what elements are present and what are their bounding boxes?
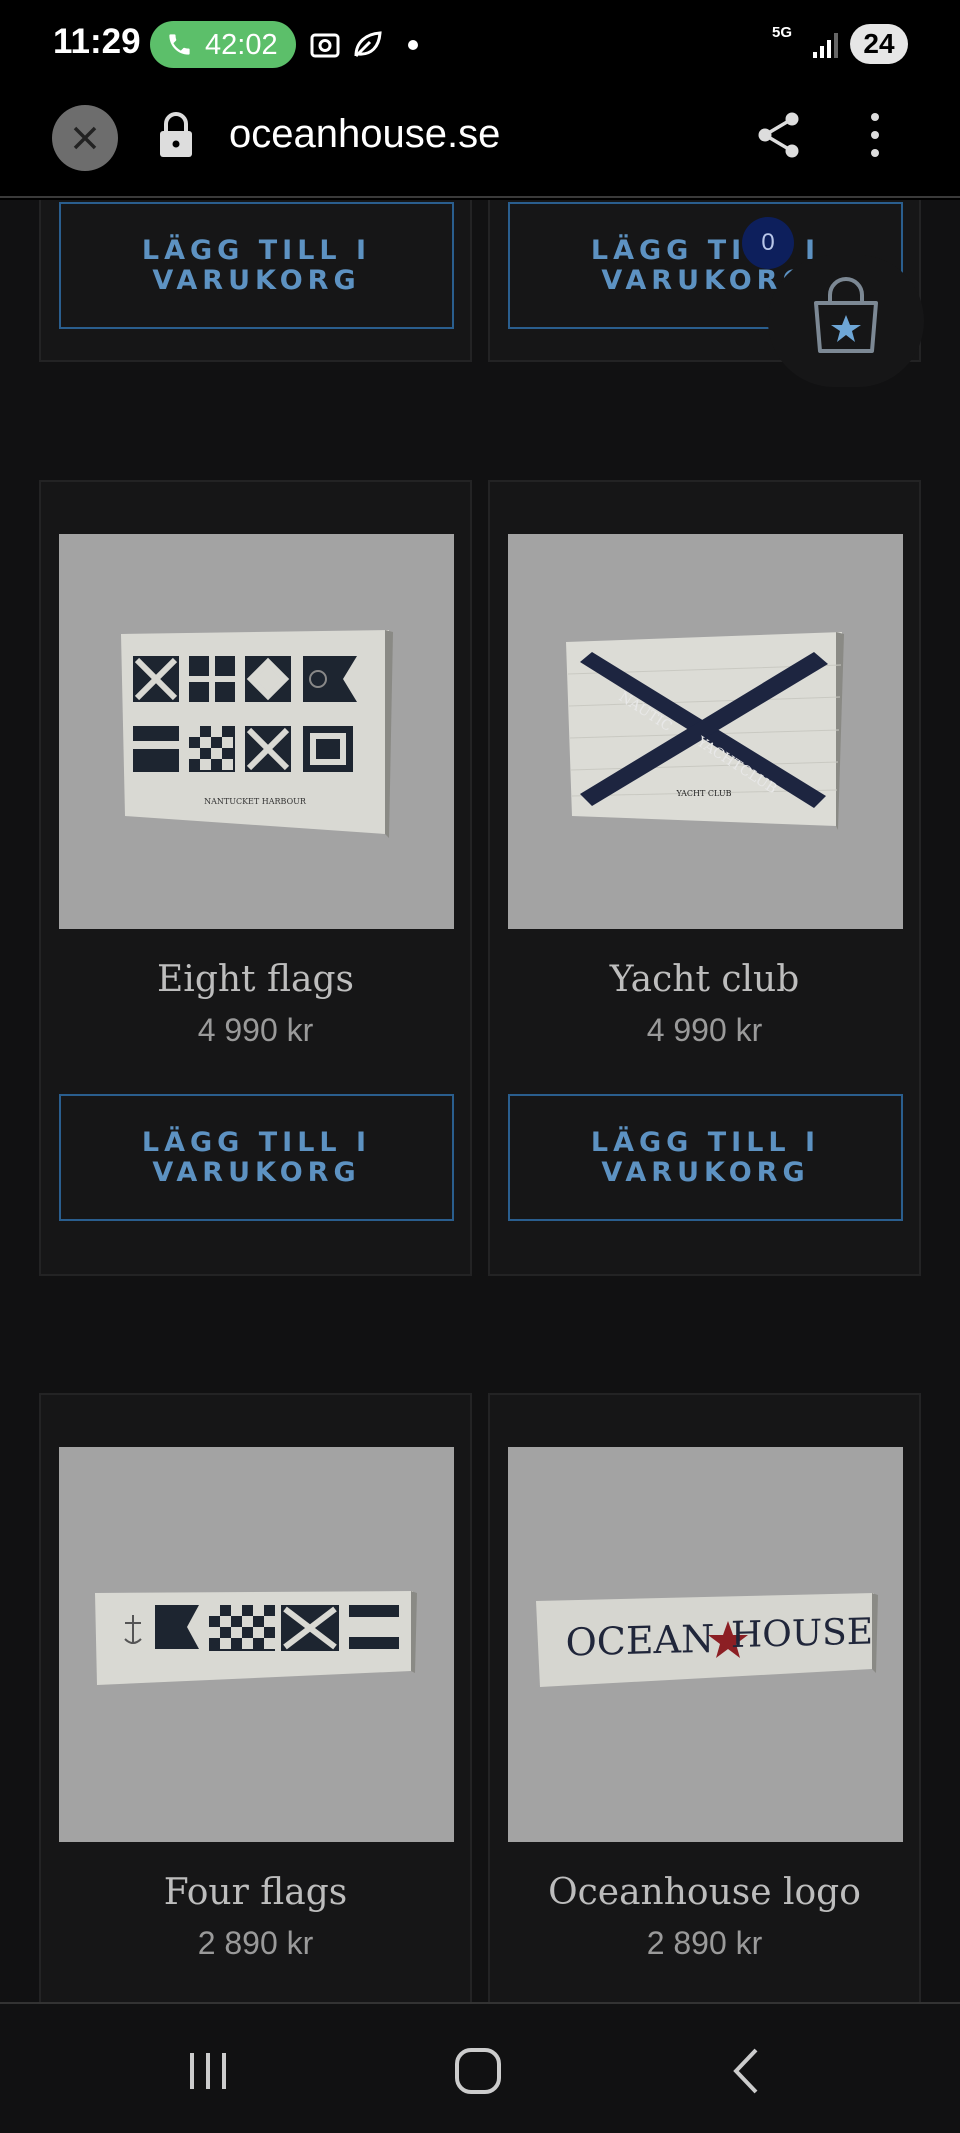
product-image[interactable]: NANTUCKET HARBOUR [59, 534, 454, 929]
product-card: OCEAN HOUSE Oceanhouse logo 2 890 kr [488, 1393, 921, 2002]
home-icon[interactable] [448, 2044, 508, 2098]
recent-apps-icon[interactable] [178, 2044, 238, 2098]
notification-dot-icon [408, 40, 418, 50]
product-price: 4 990 kr [646, 1012, 763, 1048]
network-type: 5G [772, 24, 793, 41]
yacht-club-image: NAUTIC YACHTCLUB YACHT CLUB [566, 632, 844, 830]
product-image[interactable]: OCEAN HOUSE [508, 1447, 903, 1842]
eight-flags-image: NANTUCKET HARBOUR [121, 630, 393, 838]
call-indicator[interactable]: 42:02 [150, 21, 296, 68]
product-price: 2 890 kr [646, 1925, 763, 1961]
product-price: 2 890 kr [197, 1925, 314, 1961]
product-grid: LÄGG TILL I VARUKORG LÄGG TILL I VARUKOR… [0, 200, 960, 2002]
product-name[interactable]: Oceanhouse logo [490, 1872, 919, 1913]
oceanhouse-logo-image: OCEAN HOUSE [536, 1593, 878, 1687]
battery-indicator: 24 [850, 24, 908, 64]
add-to-cart-button[interactable]: LÄGG TILL I VARUKORG [59, 1094, 454, 1221]
close-icon [73, 126, 97, 150]
url-bar[interactable]: oceanhouse.se [229, 112, 500, 157]
product-name[interactable]: Eight flags [41, 959, 470, 1000]
shopping-bag-star-icon [814, 277, 878, 353]
screenshot-icon [310, 33, 340, 58]
product-price: 4 990 kr [197, 1012, 314, 1048]
four-flags-image [95, 1591, 417, 1685]
product-card: NANTUCKET HARBOUR Eight flags 4 990 kr L… [39, 480, 472, 1276]
product-card: Four flags 2 890 kr [39, 1393, 472, 2002]
more-vert-icon[interactable] [862, 110, 888, 160]
product-name[interactable]: Four flags [41, 1872, 470, 1913]
add-to-cart-button[interactable]: LÄGG TILL I VARUKORG [508, 1094, 903, 1221]
status-bar: 11:29 42:02 5G 24 [0, 0, 960, 90]
image-text: OCEAN [566, 1617, 715, 1665]
signal-icon [813, 33, 838, 58]
image-text: HOUSE [731, 1611, 873, 1656]
status-time: 11:29 [53, 22, 141, 61]
cart-button[interactable] [768, 255, 924, 387]
back-icon[interactable] [716, 2044, 776, 2098]
close-tab-button[interactable] [52, 105, 118, 171]
leaf-icon [354, 31, 382, 58]
product-card: LÄGG TILL I VARUKORG [39, 200, 472, 362]
add-to-cart-button[interactable]: LÄGG TILL I VARUKORG [59, 202, 454, 329]
phone-icon [169, 34, 190, 55]
product-name[interactable]: Yacht club [490, 959, 919, 1000]
product-image[interactable]: NAUTIC YACHTCLUB YACHT CLUB [508, 534, 903, 929]
image-caption: NANTUCKET HARBOUR [204, 797, 307, 806]
cart-count-badge: 0 [742, 217, 794, 269]
call-timer: 42:02 [205, 29, 278, 61]
image-text: YACHT CLUB [675, 789, 731, 798]
system-nav-bar [0, 2002, 960, 2133]
lock-icon[interactable] [157, 110, 195, 160]
product-card: NAUTIC YACHTCLUB YACHT CLUB Yacht club 4… [488, 480, 921, 1276]
share-icon[interactable] [756, 110, 802, 160]
product-image[interactable] [59, 1447, 454, 1842]
browser-toolbar: oceanhouse.se [0, 90, 960, 198]
